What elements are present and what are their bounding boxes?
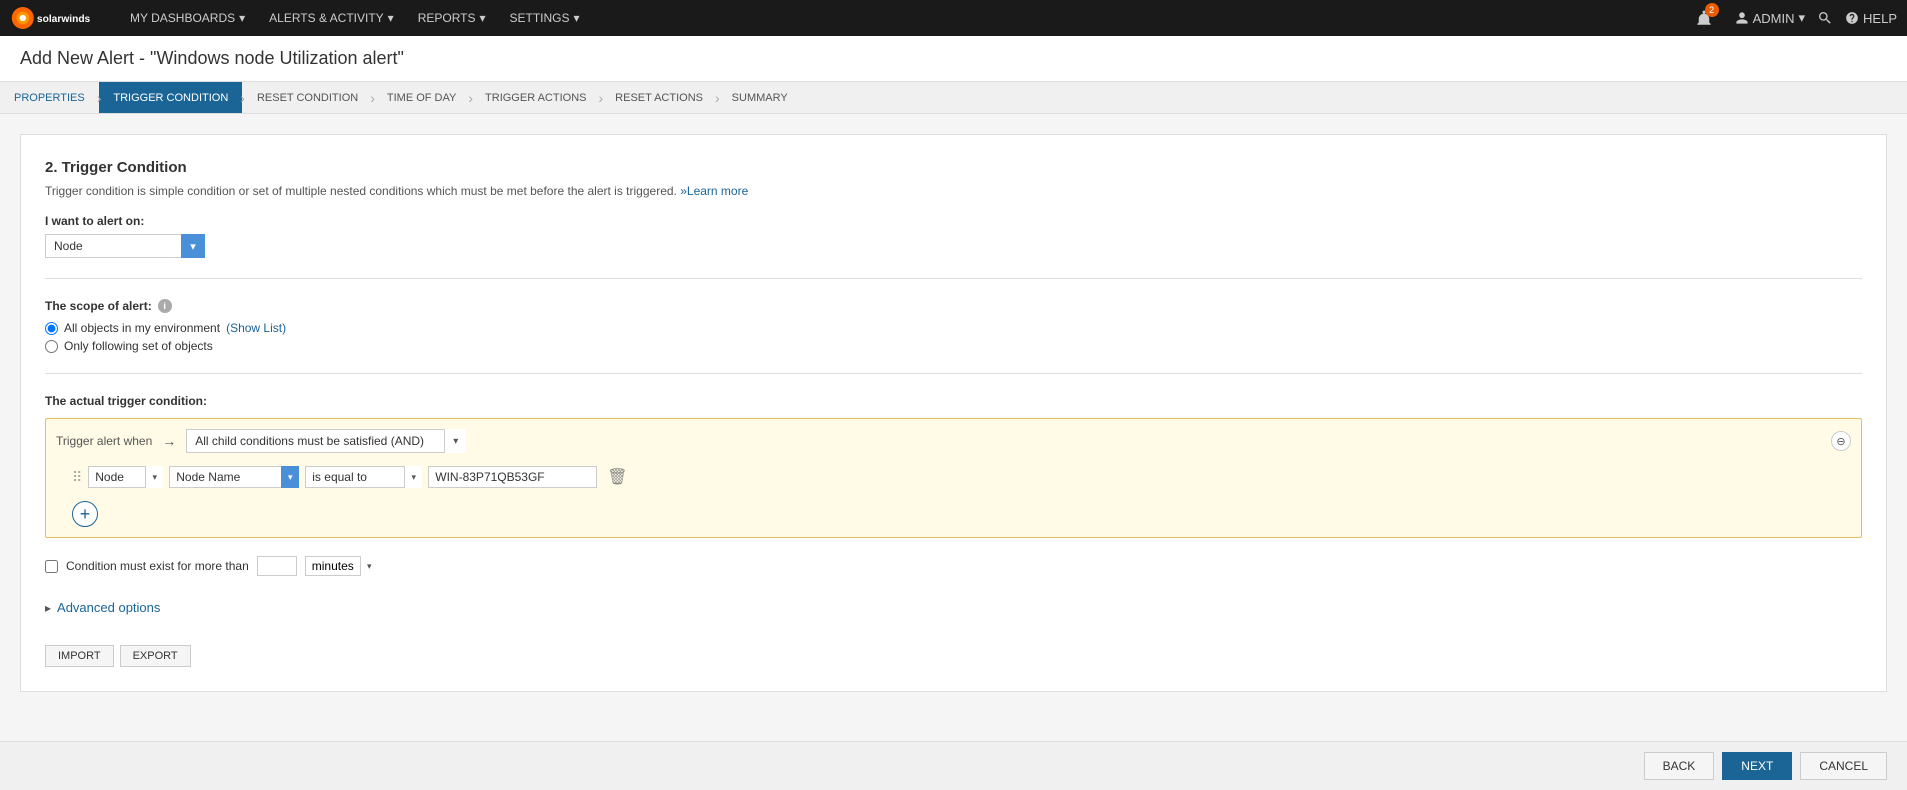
step-reset-condition[interactable]: RESET CONDITION — [243, 82, 372, 113]
top-navigation: solarwinds MY DASHBOARDS ALERTS & ACTIVI… — [0, 0, 1907, 36]
radio-only-following: Only following set of objects — [45, 339, 1862, 353]
nav-reports[interactable]: REPORTS — [408, 5, 496, 31]
step-time-of-day[interactable]: TIME OF DAY — [373, 82, 470, 113]
help-label: HELP — [1863, 11, 1897, 26]
scope-info-icon[interactable]: i — [158, 299, 172, 313]
back-button[interactable]: BACK — [1644, 752, 1715, 780]
nav-my-dashboards-chevron — [239, 11, 245, 25]
nav-alerts-activity[interactable]: ALERTS & ACTIVITY — [259, 5, 404, 31]
radio-all-objects: All objects in my environment (Show List… — [45, 321, 1862, 335]
step-arrow-3: › — [370, 90, 375, 106]
bell-badge: 2 — [1705, 3, 1719, 17]
learn-more-link[interactable]: »Learn more — [680, 184, 748, 198]
radio-only-following-input[interactable] — [45, 340, 58, 353]
steps-bar: PROPERTIES › TRIGGER CONDITION › RESET C… — [0, 82, 1907, 114]
condition-exist-checkbox[interactable] — [45, 560, 58, 573]
advanced-options-arrow: ▸ — [45, 601, 51, 615]
step-trigger-actions[interactable]: TRIGGER ACTIONS — [471, 82, 600, 113]
operator-select[interactable]: is equal to is not equal to contains doe… — [305, 466, 422, 488]
step-arrow-4: › — [468, 90, 473, 106]
condition-exist-row: Condition must exist for more than minut… — [45, 556, 1862, 576]
radio-all-objects-label: All objects in my environment — [64, 321, 220, 335]
advanced-options-row[interactable]: ▸ Advanced options — [45, 594, 1862, 621]
scope-label: The scope of alert: i — [45, 299, 1862, 313]
entity-select-wrapper: Node Interface Volume ▾ — [88, 466, 163, 488]
nav-settings-chevron — [574, 11, 580, 25]
import-button[interactable]: IMPORT — [45, 645, 114, 667]
help-button[interactable]: HELP — [1845, 11, 1897, 26]
nav-items: MY DASHBOARDS ALERTS & ACTIVITY REPORTS … — [120, 5, 1695, 31]
show-list-link[interactable]: (Show List) — [226, 321, 286, 335]
export-button[interactable]: EXPORT — [120, 645, 191, 667]
main-content: 2. Trigger Condition Trigger condition i… — [20, 134, 1887, 692]
field-select[interactable]: Node Name IP Address Status — [169, 466, 299, 488]
admin-chevron — [1799, 10, 1806, 26]
nav-right-icons: 2 ADMIN HELP — [1695, 9, 1897, 27]
nav-my-dashboards[interactable]: MY DASHBOARDS — [120, 5, 255, 31]
condition-exist-label: Condition must exist for more than — [66, 559, 249, 573]
import-export-row: IMPORT EXPORT — [45, 645, 1862, 667]
trigger-when-arrow: → — [162, 433, 176, 449]
cancel-button[interactable]: CANCEL — [1800, 752, 1887, 780]
minutes-select[interactable]: minutes hours seconds — [305, 556, 378, 576]
section-title: 2. Trigger Condition — [45, 159, 1862, 176]
section-description: Trigger condition is simple condition or… — [45, 184, 1862, 198]
bottom-bar: BACK NEXT CANCEL — [0, 741, 1907, 790]
app-logo: solarwinds — [10, 7, 100, 29]
minutes-select-wrapper: minutes hours seconds ▾ — [305, 556, 378, 576]
alert-on-select[interactable]: Node Interface Volume Application Compon… — [45, 234, 205, 258]
trigger-when-select-wrapper: All child conditions must be satisfied (… — [186, 429, 466, 453]
operator-select-wrapper: is equal to is not equal to contains doe… — [305, 466, 422, 488]
search-button[interactable] — [1817, 10, 1833, 26]
nav-alerts-activity-chevron — [388, 11, 394, 25]
trigger-when-select[interactable]: All child conditions must be satisfied (… — [186, 429, 466, 453]
page-title: Add New Alert - "Windows node Utilizatio… — [20, 48, 1887, 69]
radio-all-objects-input[interactable] — [45, 322, 58, 335]
nav-reports-chevron — [479, 11, 485, 25]
radio-only-following-label: Only following set of objects — [64, 339, 213, 353]
drag-handle[interactable]: ⠿ — [72, 469, 82, 486]
step-reset-actions[interactable]: RESET ACTIONS — [601, 82, 717, 113]
page-header: Add New Alert - "Windows node Utilizatio… — [0, 36, 1907, 82]
delete-condition-button[interactable]: 🗑 — [603, 465, 631, 489]
trigger-when-label: Trigger alert when — [56, 434, 152, 448]
trigger-condition-label: The actual trigger condition: — [45, 394, 1862, 408]
alert-on-label: I want to alert on: — [45, 214, 1862, 228]
step-arrow-5: › — [599, 90, 604, 106]
condition-value-input[interactable] — [428, 466, 597, 488]
step-summary[interactable]: SUMMARY — [718, 82, 802, 113]
advanced-options-label: Advanced options — [57, 600, 160, 615]
divider-2 — [45, 373, 1862, 374]
next-button[interactable]: NEXT — [1722, 752, 1792, 780]
condition-exist-value-input[interactable] — [257, 556, 297, 576]
field-select-wrapper: Node Name IP Address Status ▾ — [169, 466, 299, 488]
entity-select[interactable]: Node Interface Volume — [88, 466, 163, 488]
step-arrow-2: › — [240, 90, 245, 106]
step-trigger-condition[interactable]: TRIGGER CONDITION — [99, 82, 242, 113]
trigger-when-row: Trigger alert when → All child condition… — [56, 429, 1851, 453]
collapse-button[interactable]: ⊖ — [1831, 431, 1851, 451]
condition-row: ⠿ Node Interface Volume ▾ Node Name IP A… — [56, 461, 1851, 493]
svg-text:solarwinds: solarwinds — [37, 14, 91, 25]
step-properties[interactable]: PROPERTIES — [0, 82, 99, 113]
step-arrow-1: › — [97, 90, 102, 106]
bell-icon-button[interactable]: 2 — [1695, 9, 1713, 27]
divider-1 — [45, 278, 1862, 279]
add-condition-button[interactable]: + — [72, 501, 98, 527]
nav-settings[interactable]: SETTINGS — [500, 5, 590, 31]
condition-group: Trigger alert when → All child condition… — [45, 418, 1862, 538]
admin-button[interactable]: ADMIN — [1735, 10, 1805, 26]
step-arrow-6: › — [715, 90, 720, 106]
admin-label: ADMIN — [1753, 11, 1795, 26]
alert-on-select-wrapper: Node Interface Volume Application Compon… — [45, 234, 205, 258]
